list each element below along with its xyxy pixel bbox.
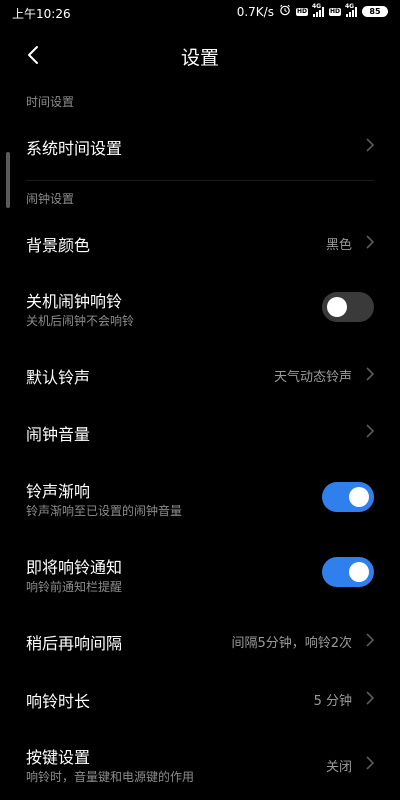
signal-strength-icon: 4G xyxy=(312,3,324,17)
row-subtitle: 铃声渐响至已设置的闹钟音量 xyxy=(26,504,183,518)
section-label-time: 时间设置 xyxy=(26,95,75,109)
battery-icon: 85 xyxy=(362,6,388,17)
row-default-ringtone[interactable]: 默认铃声 天气动态铃声 xyxy=(0,350,400,398)
row-subtitle: 关机后闹钟不会响铃 xyxy=(26,314,135,328)
row-button-settings[interactable]: 按键设置 响铃时，音量键和电源键的作用 关闭 xyxy=(0,736,400,792)
row-value: 5 分钟 xyxy=(313,694,352,709)
row-snooze-interval[interactable]: 稍后再响间隔 间隔5分钟，响铃2次 xyxy=(0,616,400,664)
row-title: 铃声渐响 xyxy=(26,482,91,501)
hd-badge: HD xyxy=(295,7,308,16)
row-title: 关机闹钟响铃 xyxy=(26,292,123,311)
hd-badge-2: HD xyxy=(328,7,341,16)
chevron-right-icon xyxy=(366,367,375,381)
row-title: 系统时间设置 xyxy=(26,139,123,158)
row-power-off-alarm[interactable]: 关机闹钟响铃 关机后闹钟不会响铃 xyxy=(0,280,400,336)
row-title: 按键设置 xyxy=(26,748,91,767)
row-background-color[interactable]: 背景颜色 黑色 xyxy=(0,218,400,266)
toggle-knob xyxy=(349,487,369,507)
row-title: 响铃时长 xyxy=(26,692,91,711)
row-value: 关闭 xyxy=(325,760,352,775)
row-upcoming-notice[interactable]: 即将响铃通知 响铃前通知栏提醒 xyxy=(0,546,400,602)
chevron-right-icon xyxy=(366,633,375,647)
row-alarm-volume[interactable]: 闹钟音量 xyxy=(0,408,400,456)
toggle-knob xyxy=(349,562,369,582)
row-system-time[interactable]: 系统时间设置 xyxy=(0,120,400,170)
row-value: 间隔5分钟，响铃2次 xyxy=(231,636,352,651)
row-subtitle: 响铃前通知栏提醒 xyxy=(26,580,123,594)
settings-screen: 上午10:26 0.7K/s HD 4G HD 4G 85 设置 时间设置 系统… xyxy=(0,0,400,800)
divider xyxy=(26,180,374,181)
upcoming-notice-toggle[interactable] xyxy=(322,557,374,587)
alarm-clock-icon xyxy=(279,4,291,19)
chevron-right-icon xyxy=(366,235,375,249)
status-bar: 上午10:26 0.7K/s HD 4G HD 4G 85 xyxy=(0,0,400,26)
row-title: 即将响铃通知 xyxy=(26,558,123,577)
chevron-right-icon xyxy=(366,756,375,770)
fade-in-toggle[interactable] xyxy=(322,482,374,512)
section-label-alarm: 闹钟设置 xyxy=(26,192,75,206)
chevron-right-icon xyxy=(366,138,375,152)
row-title: 稍后再响间隔 xyxy=(26,634,123,653)
row-title: 背景颜色 xyxy=(26,236,91,255)
status-indicators: 0.7K/s HD 4G HD 4G 85 xyxy=(236,3,388,19)
row-ring-duration[interactable]: 响铃时长 5 分钟 xyxy=(0,674,400,722)
chevron-right-icon xyxy=(366,424,375,438)
network-speed: 0.7K/s xyxy=(236,4,274,19)
row-fade-in[interactable]: 铃声渐响 铃声渐响至已设置的闹钟音量 xyxy=(0,470,400,526)
toggle-knob xyxy=(327,297,347,317)
row-subtitle: 响铃时，音量键和电源键的作用 xyxy=(26,770,195,784)
row-title: 默认铃声 xyxy=(26,368,91,387)
row-title: 闹钟音量 xyxy=(26,425,91,444)
power-off-alarm-toggle[interactable] xyxy=(322,292,374,322)
header: 设置 xyxy=(0,30,400,80)
signal-strength-icon-2: 4G xyxy=(345,3,357,17)
status-time: 上午10:26 xyxy=(12,7,71,21)
row-value: 天气动态铃声 xyxy=(273,370,352,385)
page-title: 设置 xyxy=(180,47,219,69)
chevron-right-icon xyxy=(366,691,375,705)
row-value: 黑色 xyxy=(325,238,352,253)
